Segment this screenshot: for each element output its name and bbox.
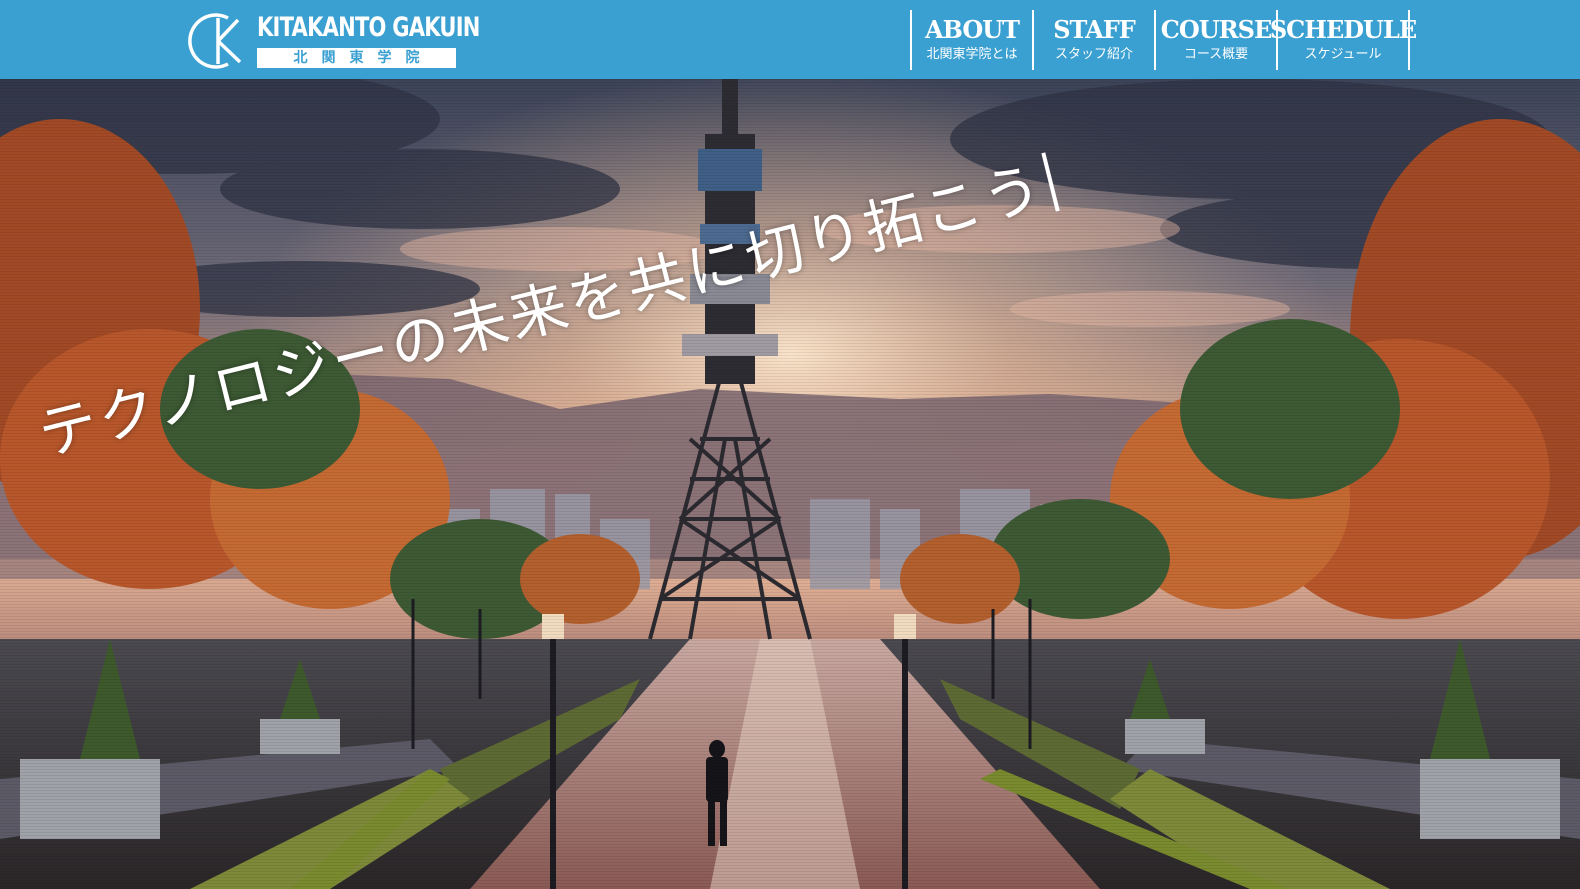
nav-label-en: COURSE (1160, 15, 1273, 44)
hero-background-image (0, 79, 1580, 889)
nav-label-en: ABOUT (924, 15, 1020, 44)
logo-text-en: KITAKANTO GAKUIN (257, 12, 480, 43)
nav-label-en: SCHEDULE (1269, 15, 1417, 44)
nav-label-jp: スタッフ紹介 (1054, 47, 1133, 62)
nav-label-jp: コース概要 (1183, 47, 1249, 62)
main-nav: ABOUT 北関東学院とは STAFF スタッフ紹介 COURSE コース概要 … (910, 10, 1417, 70)
site-logo[interactable]: KITAKANTO GAKUIN 北関東学院 (188, 8, 480, 72)
logo-text-jp: 北関東学院 (257, 48, 456, 68)
nav-item-schedule[interactable]: SCHEDULE スケジュール (1270, 10, 1417, 70)
nav-label-jp: スケジュール (1304, 47, 1382, 62)
nav-item-course[interactable]: COURSE コース概要 (1154, 10, 1276, 70)
nav-label-en: STAFF (1053, 15, 1136, 44)
ck-monogram-icon (188, 13, 242, 69)
nav-item-staff[interactable]: STAFF スタッフ紹介 (1032, 10, 1154, 70)
nav-label-jp: 北関東学院とは (926, 47, 1018, 62)
nav-item-about[interactable]: ABOUT 北関東学院とは (910, 10, 1032, 70)
hero-section: テクノロジーの未来を共に切り拓こう (0, 79, 1580, 889)
site-header: KITAKANTO GAKUIN 北関東学院 ABOUT 北関東学院とは STA… (0, 0, 1580, 79)
